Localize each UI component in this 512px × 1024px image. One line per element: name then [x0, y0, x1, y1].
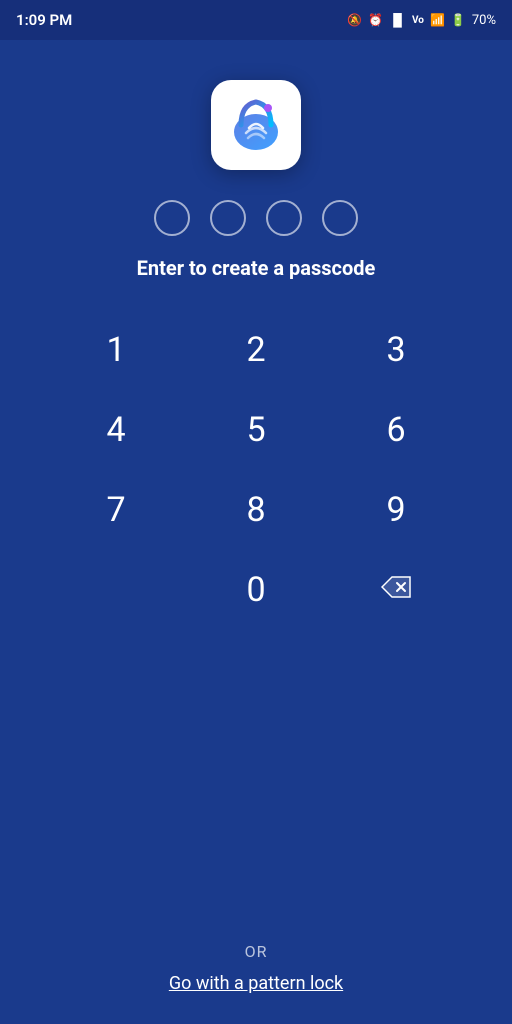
bottom-section: OR Go with a pattern lock — [169, 942, 343, 1024]
status-time: 1:09 PM — [16, 11, 72, 29]
numpad-row-1: 1 2 3 — [46, 310, 466, 390]
battery-level: 70% — [472, 13, 496, 28]
or-label: OR — [245, 942, 268, 961]
passcode-dot-4 — [322, 200, 358, 236]
numpad-row-4: 0 — [46, 550, 466, 630]
key-backspace[interactable] — [346, 550, 446, 630]
key-2[interactable]: 2 — [206, 310, 306, 390]
key-7[interactable]: 7 — [66, 470, 166, 550]
key-1[interactable]: 1 — [66, 310, 166, 390]
key-6[interactable]: 6 — [346, 390, 446, 470]
key-4[interactable]: 4 — [66, 390, 166, 470]
mute-icon: 🔕 — [347, 13, 362, 27]
key-8[interactable]: 8 — [206, 470, 306, 550]
signal-icon: ▐▌ — [389, 13, 406, 27]
numpad-row-2: 4 5 6 — [46, 390, 466, 470]
key-0[interactable]: 0 — [206, 550, 306, 630]
instruction-text: Enter to create a passcode — [137, 256, 376, 280]
numpad: 1 2 3 4 5 6 7 8 9 0 — [46, 310, 466, 630]
battery-icon: 🔋 — [451, 13, 466, 27]
key-3[interactable]: 3 — [346, 310, 446, 390]
backspace-icon — [380, 575, 412, 606]
passcode-dot-1 — [154, 200, 190, 236]
numpad-row-3: 7 8 9 — [46, 470, 466, 550]
wifi-icon: 📶 — [430, 13, 445, 27]
volte-icon: Vo — [412, 15, 424, 26]
pattern-lock-link[interactable]: Go with a pattern lock — [169, 973, 343, 994]
passcode-dot-2 — [210, 200, 246, 236]
key-5[interactable]: 5 — [206, 390, 306, 470]
key-9[interactable]: 9 — [346, 470, 446, 550]
passcode-dot-3 — [266, 200, 302, 236]
app-icon-svg — [221, 90, 291, 160]
alarm-icon: ⏰ — [368, 13, 383, 27]
key-empty — [66, 550, 166, 630]
passcode-dots — [154, 200, 358, 236]
status-bar: 1:09 PM 🔕 ⏰ ▐▌ Vo 📶 🔋 70% — [0, 0, 512, 40]
app-icon — [211, 80, 301, 170]
main-content: Enter to create a passcode 1 2 3 4 5 6 7… — [0, 40, 512, 1024]
status-icons: 🔕 ⏰ ▐▌ Vo 📶 🔋 70% — [347, 13, 496, 28]
